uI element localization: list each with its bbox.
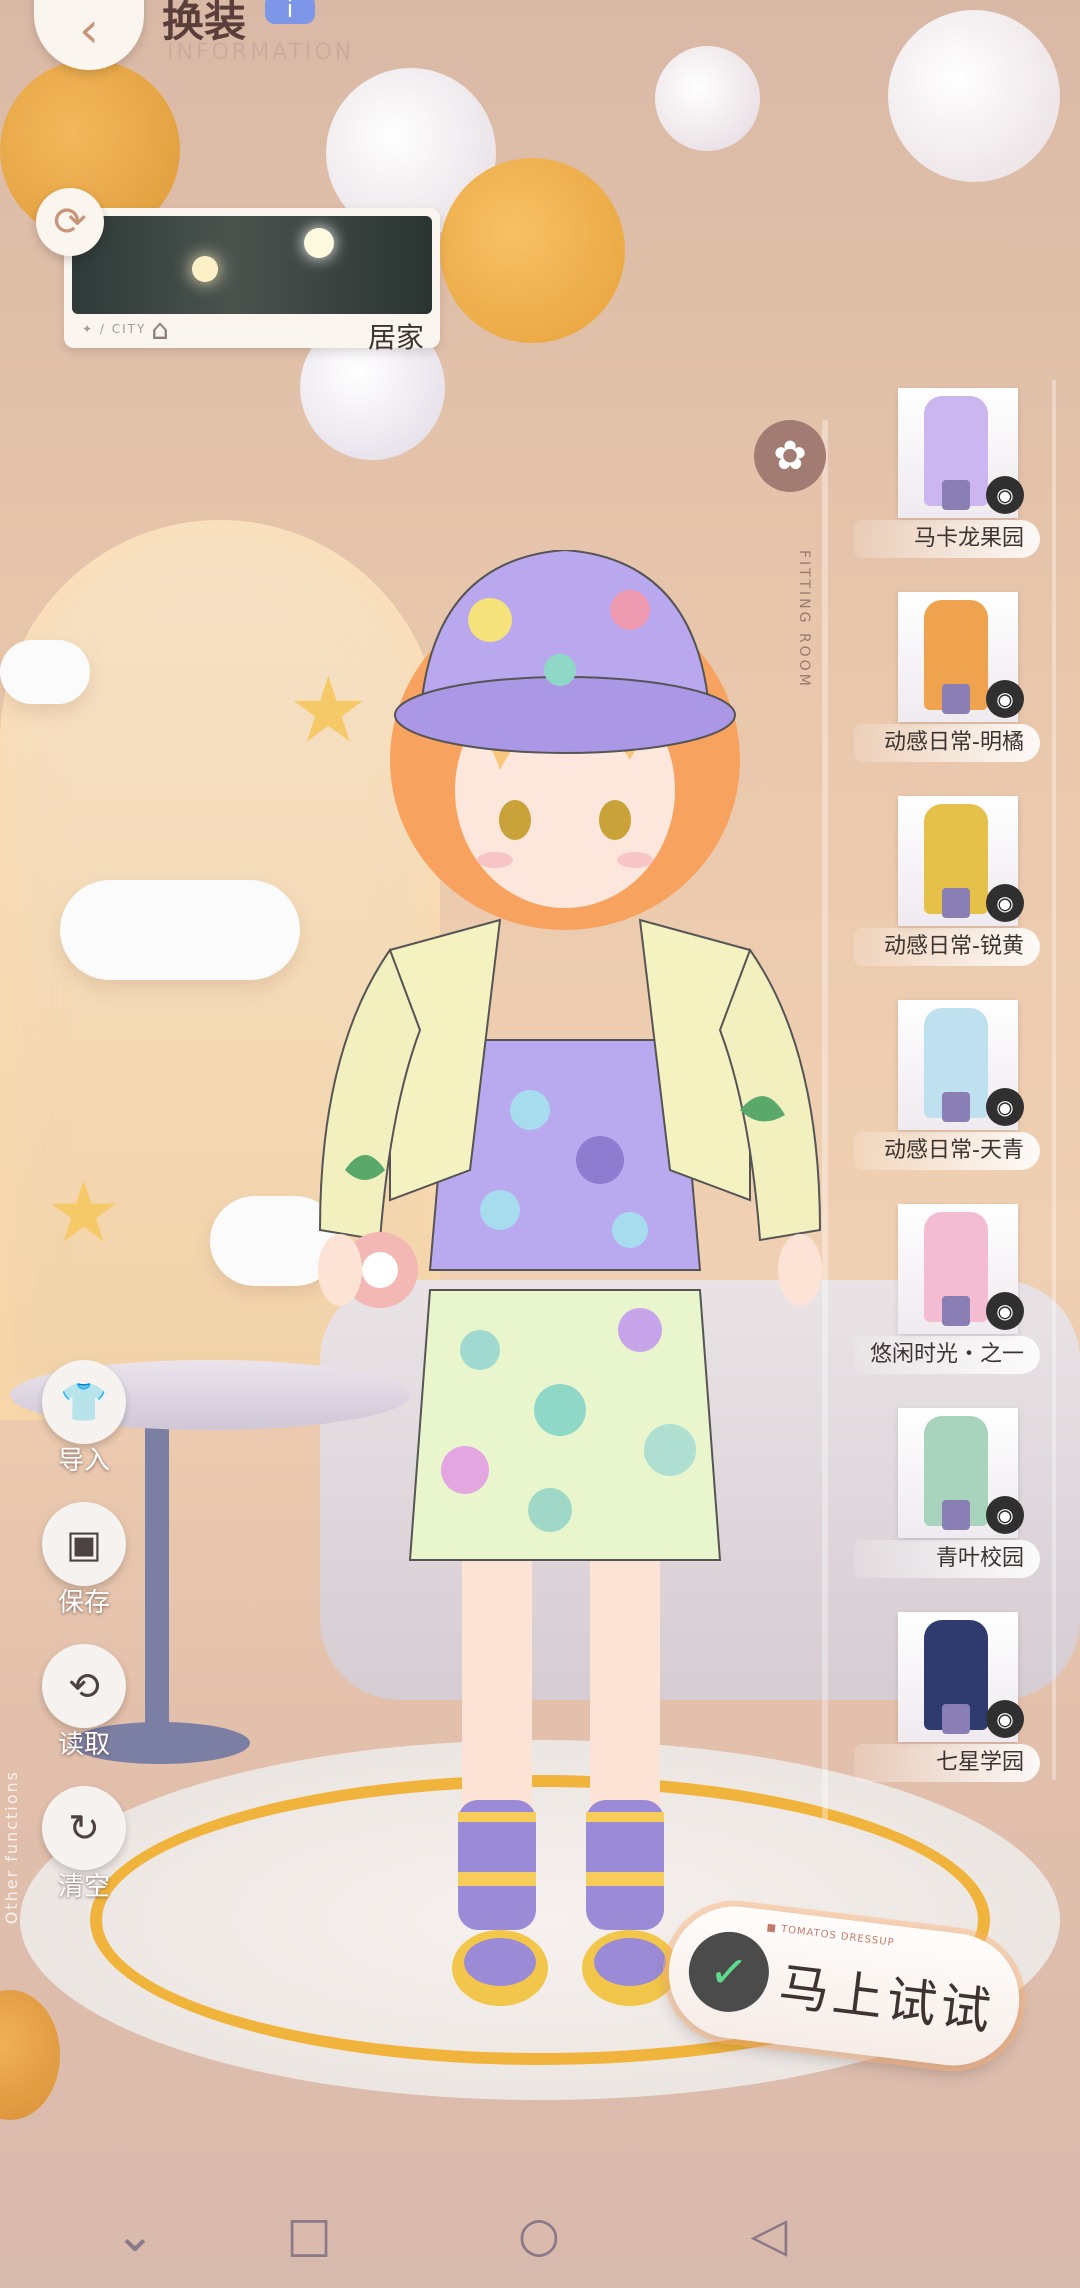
star-decoration: ★: [46, 1163, 122, 1261]
character-avatar[interactable]: [300, 550, 840, 2090]
try-on-label: 马上试试: [775, 1957, 998, 2042]
action-label: 清空: [57, 1872, 110, 1902]
load-icon[interactable]: ⟲: [42, 1644, 126, 1728]
cloud-decoration: [60, 880, 300, 980]
home-icon: ⌂: [151, 313, 169, 346]
action-label: 导入: [57, 1446, 110, 1476]
white-orb-3: [655, 46, 760, 151]
lamp-decoration: [304, 228, 334, 258]
page-subtitle: INFORMATION: [167, 40, 355, 65]
import-icon[interactable]: 👕: [42, 1360, 126, 1444]
action-label: 读取: [57, 1730, 110, 1760]
outfit-legs: [942, 684, 970, 714]
preview-eye-icon[interactable]: ◉: [986, 1496, 1024, 1534]
flower-icon: ✿: [773, 433, 807, 479]
refresh-icon: ⟳: [53, 199, 87, 245]
outfit-name: 动感日常-天青: [854, 1132, 1040, 1170]
outfit-item[interactable]: ◉ 青叶校园: [854, 1408, 1044, 1583]
info-badge[interactable]: i: [265, 0, 315, 24]
outfit-name: 七星学园: [854, 1744, 1040, 1782]
outfit-legs: [942, 480, 970, 510]
outfit-legs: [942, 1092, 970, 1122]
check-icon: ✓: [684, 1927, 774, 2017]
outfit-name: 动感日常-明橘: [854, 724, 1040, 762]
orange-orb-2: [440, 158, 625, 343]
preview-eye-icon[interactable]: ◉: [986, 1700, 1024, 1738]
system-nav-bar: ⌄ □ ○ ◁: [0, 2180, 1080, 2288]
action-save-button[interactable]: ▣ 保存: [36, 1502, 132, 1618]
scene-label-bar: 居家: [184, 316, 434, 354]
outfit-legs: [942, 1500, 970, 1530]
lamp-decoration: [192, 256, 218, 282]
preview-eye-icon[interactable]: ◉: [986, 680, 1024, 718]
outfit-name: 悠闲时光・之一: [854, 1336, 1040, 1374]
preview-eye-icon[interactable]: ◉: [986, 1088, 1024, 1126]
outfit-name: 动感日常-锐黄: [854, 928, 1040, 966]
action-import-button[interactable]: 👕 导入: [36, 1360, 132, 1476]
cloud-decoration: [0, 640, 90, 704]
nav-down-icon[interactable]: ⌄: [100, 2200, 170, 2270]
preview-eye-icon[interactable]: ◉: [986, 1292, 1024, 1330]
outfit-legs: [942, 1704, 970, 1734]
outfit-item[interactable]: ◉ 马卡龙果园: [854, 388, 1044, 563]
outfit-item[interactable]: ◉ 悠闲时光・之一: [854, 1204, 1044, 1379]
switch-scene-button[interactable]: ⟳: [36, 188, 104, 256]
white-orb-4: [888, 10, 1060, 182]
nav-home-circle-icon[interactable]: ○: [504, 2200, 574, 2270]
action-label: 保存: [57, 1588, 110, 1618]
scene-thumbnail: [72, 216, 432, 314]
outfit-item[interactable]: ◉ 动感日常-锐黄: [854, 796, 1044, 971]
back-arrow-icon: ‹: [79, 1, 99, 59]
nav-back-triangle-icon[interactable]: ◁: [734, 2200, 804, 2270]
nav-square-icon[interactable]: □: [274, 2200, 344, 2270]
fitting-room-label: FITTING ROOM: [796, 550, 812, 689]
outfit-name: 马卡龙果园: [854, 520, 1040, 558]
panel-scrollbar[interactable]: [1052, 380, 1056, 1780]
clear-icon[interactable]: ↻: [42, 1786, 126, 1870]
panel-rail: [822, 420, 828, 1820]
outfit-item[interactable]: ◉ 七星学园: [854, 1612, 1044, 1787]
outfit-name: 青叶校园: [854, 1540, 1040, 1578]
preview-eye-icon[interactable]: ◉: [986, 476, 1024, 514]
scene-tag: ✦ / CITY: [82, 322, 147, 336]
try-on-tag: ■ TOMATOS DRESSUP: [765, 1922, 896, 1949]
table-leg: [145, 1420, 169, 1740]
outfit-item[interactable]: ◉ 动感日常-明橘: [854, 592, 1044, 767]
outfit-legs: [942, 1296, 970, 1326]
preview-eye-icon[interactable]: ◉: [986, 884, 1024, 922]
save-icon[interactable]: ▣: [42, 1502, 126, 1586]
scene-label: 居家: [367, 321, 424, 354]
outfit-legs: [942, 888, 970, 918]
outfit-item[interactable]: ◉ 动感日常-天青: [854, 1000, 1044, 1175]
panel-toggle-button[interactable]: ✿: [754, 420, 826, 492]
scene-selector-card[interactable]: ✦ / CITY ⌂ 居家: [64, 208, 440, 354]
action-clear-button[interactable]: ↻ 清空: [36, 1786, 132, 1902]
other-functions-label: Other functions: [2, 1770, 21, 1925]
action-load-button[interactable]: ⟲ 读取: [36, 1644, 132, 1760]
